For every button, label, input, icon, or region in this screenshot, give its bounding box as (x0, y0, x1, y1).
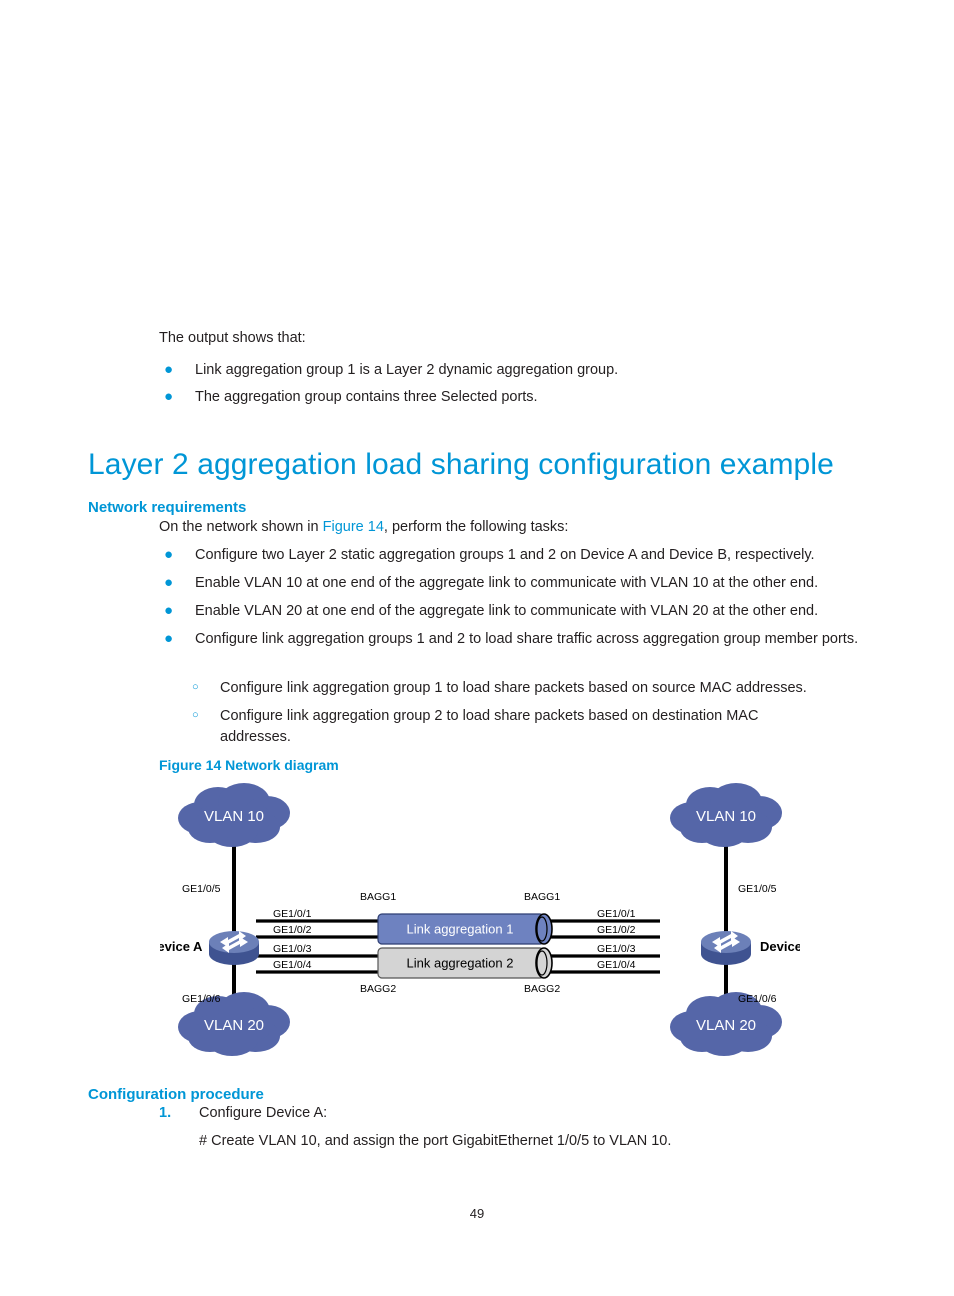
cloud-vlan20-left-label: VLAN 20 (204, 1017, 264, 1034)
page-number: 49 (469, 1206, 485, 1221)
list-item-label: Link aggregation group 1 is a Layer 2 dy… (195, 362, 619, 378)
figure-14-link[interactable]: Figure 14 (323, 519, 384, 535)
intro-lead: The output shows that: (159, 330, 306, 346)
list-item: ● Enable VLAN 20 at one end of the aggre… (159, 601, 889, 622)
device-b-icon (701, 931, 751, 965)
link-aggregation-1-label: Link aggregation 1 (407, 921, 514, 936)
figure-caption: Figure 14 Network diagram (159, 757, 339, 773)
bullet-icon: ● (164, 574, 174, 591)
list-item: ● The aggregation group contains three S… (159, 387, 879, 408)
network-requirements-lead: On the network shown in Figure 14, perfo… (159, 519, 568, 535)
member-port-label-left-1: GE1/0/1 (273, 908, 312, 920)
list-item-label: Enable VLAN 10 at one end of the aggrega… (195, 575, 819, 591)
lead-suffix: , perform the following tasks: (383, 519, 569, 535)
bullet-icon: ● (164, 630, 174, 647)
heading-configuration-procedure: Configuration procedure (88, 1086, 264, 1104)
cloud-vlan10-left: VLAN 10 (178, 783, 290, 847)
port-label-left-bottom: GE1/0/6 (182, 993, 221, 1005)
link-aggregation-2-pipe: Link aggregation 2 (377, 947, 553, 979)
list-item: ● Configure two Layer 2 static aggregati… (159, 545, 889, 566)
step-label: Configure Device A: (199, 1105, 328, 1121)
cloud-vlan10-left-label: VLAN 10 (204, 808, 264, 825)
member-port-label-left-2: GE1/0/2 (273, 924, 312, 936)
cloud-vlan10-right: VLAN 10 (670, 783, 782, 847)
numbered-step: 1. Configure Device A: (159, 1105, 859, 1121)
member-port-label-left-4: GE1/0/4 (273, 959, 312, 971)
document-page: The output shows that: ● Link aggregatio… (0, 0, 954, 1296)
list-item-label: Configure link aggregation groups 1 and … (195, 631, 859, 647)
member-port-label-right-4: GE1/0/4 (597, 959, 636, 971)
list-item: ● Configure link aggregation groups 1 an… (159, 629, 874, 650)
member-port-label-left-3: GE1/0/3 (273, 943, 312, 955)
step-number: 1. (159, 1105, 172, 1121)
port-label-left-top: GE1/0/5 (182, 883, 221, 895)
lead-prefix: On the network shown in (159, 519, 323, 535)
command-line: # Create VLAN 10, and assign the port Gi… (199, 1133, 672, 1149)
bagg-label-right-bottom: BAGG2 (524, 983, 560, 995)
bagg-label-left-bottom: BAGG2 (360, 983, 396, 995)
bullet-icon: ● (164, 388, 174, 405)
bagg-label-left-top: BAGG1 (360, 891, 396, 903)
list-item-label: The aggregation group contains three Sel… (195, 389, 538, 405)
list-item-label: Configure two Layer 2 static aggregation… (195, 547, 815, 563)
sub-list-item-label: Configure link aggregation group 1 to lo… (220, 680, 807, 696)
heading-network-requirements: Network requirements (88, 499, 247, 517)
device-a-icon (209, 931, 259, 965)
member-port-label-right-2: GE1/0/2 (597, 924, 636, 936)
port-label-right-top: GE1/0/5 (738, 883, 777, 895)
device-b-label: Device B (760, 939, 800, 954)
cloud-vlan20-right-label: VLAN 20 (696, 1017, 756, 1034)
circle-bullet-icon: ○ (192, 681, 199, 693)
list-item: ● Enable VLAN 10 at one end of the aggre… (159, 573, 889, 594)
bullet-icon: ● (164, 546, 174, 563)
member-port-label-right-1: GE1/0/1 (597, 908, 636, 920)
link-aggregation-2-label: Link aggregation 2 (407, 955, 514, 970)
port-label-right-bottom: GE1/0/6 (738, 993, 777, 1005)
member-port-label-right-3: GE1/0/3 (597, 943, 636, 955)
bullet-icon: ● (164, 361, 174, 378)
link-aggregation-1-pipe: Link aggregation 1 (377, 913, 553, 945)
cloud-vlan10-right-label: VLAN 10 (696, 808, 756, 825)
bullet-icon: ● (164, 602, 174, 619)
sub-list-item: ○ Configure link aggregation group 2 to … (192, 706, 822, 748)
sub-list-item: ○ Configure link aggregation group 1 to … (192, 678, 892, 699)
circle-bullet-icon: ○ (192, 709, 199, 721)
device-a-label: Device A (160, 939, 203, 954)
bagg-label-right-top: BAGG1 (524, 891, 560, 903)
page-title: Layer 2 aggregation load sharing configu… (88, 448, 834, 482)
list-item: ● Link aggregation group 1 is a Layer 2 … (159, 360, 879, 381)
network-diagram: Link aggregation 1 Link aggregation 2 VL… (160, 780, 800, 1060)
list-item-label: Enable VLAN 20 at one end of the aggrega… (195, 603, 819, 619)
sub-list-item-label: Configure link aggregation group 2 to lo… (220, 708, 759, 746)
